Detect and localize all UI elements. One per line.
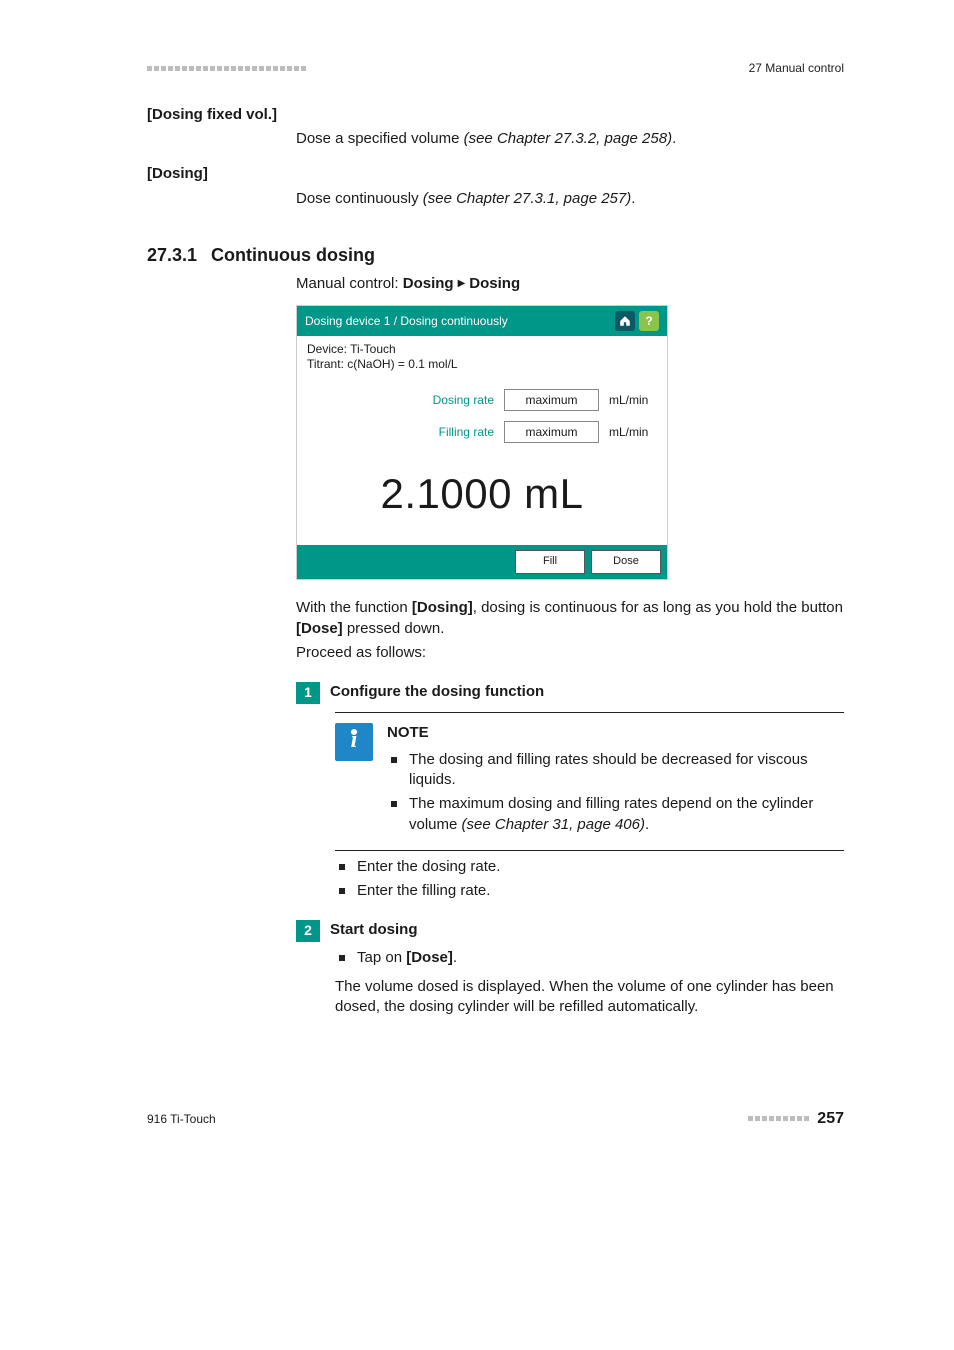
device-info: Device: Ti-Touch Titrant: c(NaOH) = 0.1 …: [297, 336, 667, 375]
text: With the function: [296, 599, 412, 616]
filling-rate-unit: mL/min: [609, 424, 657, 441]
list-item: Enter the filling rate.: [335, 881, 844, 902]
list-item: Enter the dosing rate.: [335, 857, 844, 878]
text: Dose a specified volume: [296, 130, 464, 147]
step-2-body: Tap on [Dose]. The volume dosed is displ…: [335, 948, 844, 1018]
footer-rule: [748, 1116, 809, 1121]
section-heading-continuous-dosing: 27.3.1 Continuous dosing: [147, 243, 844, 268]
header-rule: [147, 66, 306, 71]
note-box: i NOTE The dosing and filling rates shou…: [335, 712, 844, 851]
step-1-header: 1 Configure the dosing function: [296, 682, 844, 704]
fill-button[interactable]: Fill: [515, 550, 585, 574]
dosing-rate-label: Dosing rate: [374, 392, 494, 409]
crossref: (see Chapter 27.3.1, page 257): [423, 190, 631, 207]
device-title-bar: Dosing device 1 / Dosing continuously ?: [297, 306, 667, 336]
paragraph: The volume dosed is displayed. When the …: [335, 977, 844, 1018]
list-item: Tap on [Dose].: [335, 948, 844, 969]
header-section-label: 27 Manual control: [749, 60, 844, 77]
term: [Dosing]: [412, 599, 473, 616]
step-title: Configure the dosing function: [330, 682, 544, 704]
note-title: NOTE: [387, 723, 838, 744]
step-1-body: Enter the dosing rate. Enter the filling…: [335, 857, 844, 901]
info-icon: i: [335, 723, 373, 761]
page-header: 27 Manual control: [147, 60, 844, 77]
nav-breadcrumb: Manual control: Dosing▶Dosing: [296, 274, 844, 295]
device-info-line: Device: Ti-Touch: [307, 342, 657, 358]
breadcrumb-item: Dosing: [469, 275, 520, 292]
step-number: 2: [296, 920, 320, 942]
paragraph: With the function [Dosing], dosing is co…: [296, 598, 844, 639]
device-title-text: Dosing device 1 / Dosing continuously: [305, 313, 508, 330]
text: , dosing is continuous for as long as yo…: [473, 599, 843, 616]
text: .: [672, 130, 676, 147]
help-icon[interactable]: ?: [639, 311, 659, 331]
text: Dose continuously: [296, 190, 423, 207]
dosing-rate-row: Dosing rate maximum mL/min: [307, 389, 657, 411]
filling-rate-row: Filling rate maximum mL/min: [307, 421, 657, 443]
device-rates: Dosing rate maximum mL/min Filling rate …: [297, 375, 667, 455]
text: Manual control:: [296, 275, 403, 292]
dosing-rate-unit: mL/min: [609, 392, 657, 409]
filling-rate-label: Filling rate: [374, 424, 494, 441]
crossref: (see Chapter 27.3.2, page 258): [464, 130, 672, 147]
filling-rate-input[interactable]: maximum: [504, 421, 599, 443]
dosed-volume-display: 2.1000 mL: [297, 455, 667, 545]
dose-button[interactable]: Dose: [591, 550, 661, 574]
device-bottom-bar: Fill Dose: [297, 545, 667, 579]
paragraph: Proceed as follows:: [296, 643, 844, 664]
device-screenshot: Dosing device 1 / Dosing continuously ? …: [296, 305, 668, 580]
term-dosing-desc: Dose continuously (see Chapter 27.3.1, p…: [296, 189, 844, 210]
breadcrumb-item: Dosing: [403, 275, 454, 292]
list-item: The dosing and filling rates should be d…: [387, 750, 838, 791]
text: Tap on: [357, 949, 406, 966]
page-number: 257: [817, 1108, 844, 1130]
note-list: The dosing and filling rates should be d…: [387, 750, 838, 836]
section-title: Continuous dosing: [211, 243, 375, 268]
text: .: [453, 949, 457, 966]
crossref: (see Chapter 31, page 406): [462, 816, 645, 833]
term: [Dose]: [406, 949, 453, 966]
step-2-header: 2 Start dosing: [296, 920, 844, 942]
footer-product-name: 916 Ti-Touch: [147, 1111, 216, 1128]
breadcrumb-separator-icon: ▶: [454, 278, 470, 289]
list-item: The maximum dosing and filling rates dep…: [387, 794, 838, 835]
section-number: 27.3.1: [147, 243, 211, 268]
text: .: [631, 190, 635, 207]
device-info-line: Titrant: c(NaOH) = 0.1 mol/L: [307, 357, 657, 373]
term-dosing: [Dosing]: [147, 164, 844, 185]
text: .: [645, 816, 649, 833]
page-footer: 916 Ti-Touch 257: [147, 1108, 844, 1130]
step-title: Start dosing: [330, 920, 418, 942]
home-icon[interactable]: [615, 311, 635, 331]
term-dosing-fixed-vol: [Dosing fixed vol.]: [147, 105, 844, 126]
dosing-rate-input[interactable]: maximum: [504, 389, 599, 411]
term: [Dose]: [296, 620, 343, 637]
text: pressed down.: [343, 620, 445, 637]
step-number: 1: [296, 682, 320, 704]
term-dosing-fixed-vol-desc: Dose a specified volume (see Chapter 27.…: [296, 129, 844, 150]
